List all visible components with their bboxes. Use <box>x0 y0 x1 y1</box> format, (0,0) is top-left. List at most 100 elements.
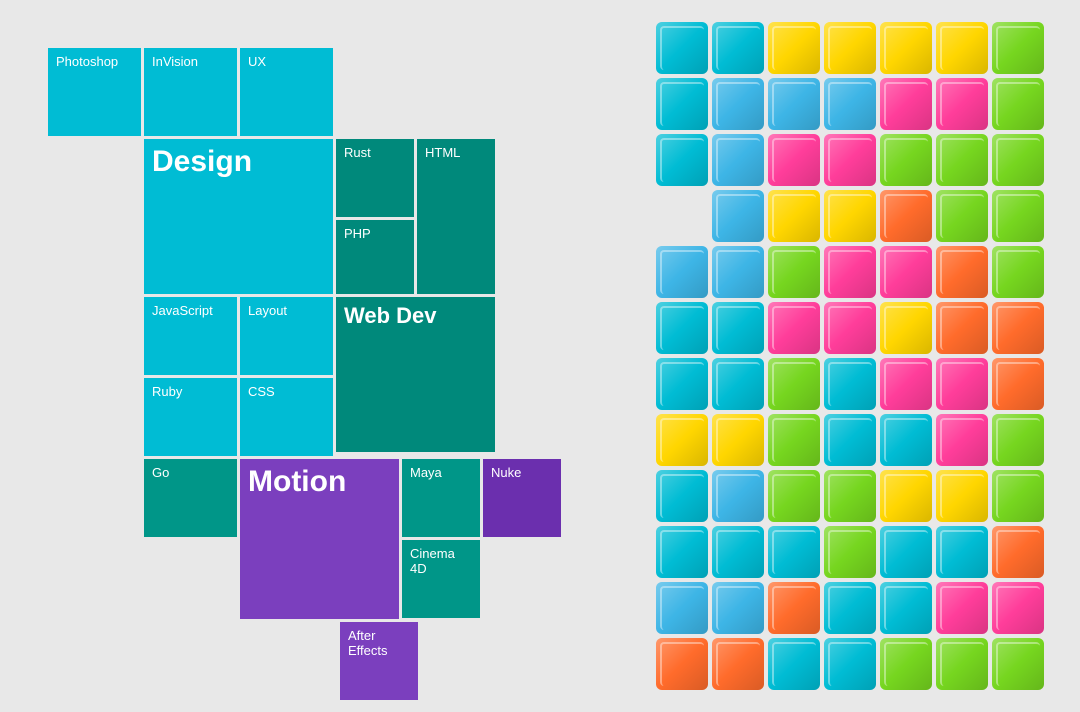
block-2-6 <box>992 134 1044 186</box>
block-8-3 <box>824 470 876 522</box>
block-3-6 <box>992 190 1044 242</box>
block-8-6 <box>992 470 1044 522</box>
block-3-2 <box>768 190 820 242</box>
block-8-1 <box>712 470 764 522</box>
block-11-2 <box>768 638 820 690</box>
block-0-6 <box>992 22 1044 74</box>
block-10-3 <box>824 582 876 634</box>
block-3-4 <box>880 190 932 242</box>
tile-nuke[interactable]: Nuke <box>483 459 561 537</box>
block-11-6 <box>992 638 1044 690</box>
block-1-6 <box>992 78 1044 130</box>
block-0-1 <box>712 22 764 74</box>
block-4-3 <box>824 246 876 298</box>
block-3-5 <box>936 190 988 242</box>
tile-photoshop[interactable]: Photoshop <box>48 48 141 136</box>
block-5-6 <box>992 302 1044 354</box>
tile-aftereffects[interactable]: After Effects <box>340 622 418 700</box>
block-0-3 <box>824 22 876 74</box>
tile-cinema4d[interactable]: Cinema 4D <box>402 540 480 618</box>
block-1-3 <box>824 78 876 130</box>
block-6-3 <box>824 358 876 410</box>
block-2-4 <box>880 134 932 186</box>
block-5-5 <box>936 302 988 354</box>
block-11-0 <box>656 638 708 690</box>
tile-css[interactable]: CSS <box>240 378 333 456</box>
blocks-grid <box>656 22 1044 690</box>
block-6-5 <box>936 358 988 410</box>
block-1-2 <box>768 78 820 130</box>
treemap-panel: PhotoshopInVisionUXDesignRustPHPHTML Java… <box>0 0 620 712</box>
tile-motion[interactable]: Motion <box>240 459 399 619</box>
tile-layout[interactable]: Layout <box>240 297 333 375</box>
tile-rust[interactable]: Rust <box>336 139 414 217</box>
block-6-2 <box>768 358 820 410</box>
block-5-1 <box>712 302 764 354</box>
block-2-3 <box>824 134 876 186</box>
block-2-0 <box>656 134 708 186</box>
block-4-0 <box>656 246 708 298</box>
block-10-4 <box>880 582 932 634</box>
tile-ruby[interactable]: Ruby <box>144 378 237 456</box>
block-2-1 <box>712 134 764 186</box>
block-7-6 <box>992 414 1044 466</box>
block-4-6 <box>992 246 1044 298</box>
block-8-2 <box>768 470 820 522</box>
block-7-2 <box>768 414 820 466</box>
block-7-3 <box>824 414 876 466</box>
block-9-4 <box>880 526 932 578</box>
block-2-5 <box>936 134 988 186</box>
tile-php[interactable]: PHP <box>336 220 414 294</box>
block-8-0 <box>656 470 708 522</box>
block-7-5 <box>936 414 988 466</box>
block-4-5 <box>936 246 988 298</box>
block-9-0 <box>656 526 708 578</box>
block-6-6 <box>992 358 1044 410</box>
block-0-0 <box>656 22 708 74</box>
block-10-2 <box>768 582 820 634</box>
block-5-2 <box>768 302 820 354</box>
tile-go[interactable]: Go <box>144 459 237 537</box>
block-6-1 <box>712 358 764 410</box>
block-7-4 <box>880 414 932 466</box>
block-10-0 <box>656 582 708 634</box>
block-5-0 <box>656 302 708 354</box>
block-11-1 <box>712 638 764 690</box>
tile-webdev[interactable]: Web Dev <box>336 297 495 452</box>
block-8-4 <box>880 470 932 522</box>
block-9-6 <box>992 526 1044 578</box>
block-4-1 <box>712 246 764 298</box>
block-6-4 <box>880 358 932 410</box>
block-9-1 <box>712 526 764 578</box>
blocks-panel <box>620 0 1080 712</box>
block-4-4 <box>880 246 932 298</box>
block-10-1 <box>712 582 764 634</box>
tile-design[interactable]: Design <box>144 139 333 294</box>
block-2-2 <box>768 134 820 186</box>
block-0-5 <box>936 22 988 74</box>
block-11-3 <box>824 638 876 690</box>
block-11-4 <box>880 638 932 690</box>
block-1-1 <box>712 78 764 130</box>
tile-invision[interactable]: InVision <box>144 48 237 136</box>
block-4-2 <box>768 246 820 298</box>
block-11-5 <box>936 638 988 690</box>
block-0-4 <box>880 22 932 74</box>
block-1-0 <box>656 78 708 130</box>
block-9-3 <box>824 526 876 578</box>
block-8-5 <box>936 470 988 522</box>
block-6-0 <box>656 358 708 410</box>
block-3-1 <box>712 190 764 242</box>
treemap: PhotoshopInVisionUXDesignRustPHPHTML Java… <box>20 20 600 700</box>
block-9-2 <box>768 526 820 578</box>
block-5-4 <box>880 302 932 354</box>
tile-ux[interactable]: UX <box>240 48 333 136</box>
tile-html[interactable]: HTML <box>417 139 495 294</box>
block-1-5 <box>936 78 988 130</box>
block-10-6 <box>992 582 1044 634</box>
tile-maya[interactable]: Maya <box>402 459 480 537</box>
tile-javascript[interactable]: JavaScript <box>144 297 237 375</box>
block-3-3 <box>824 190 876 242</box>
block-9-5 <box>936 526 988 578</box>
block-7-0 <box>656 414 708 466</box>
